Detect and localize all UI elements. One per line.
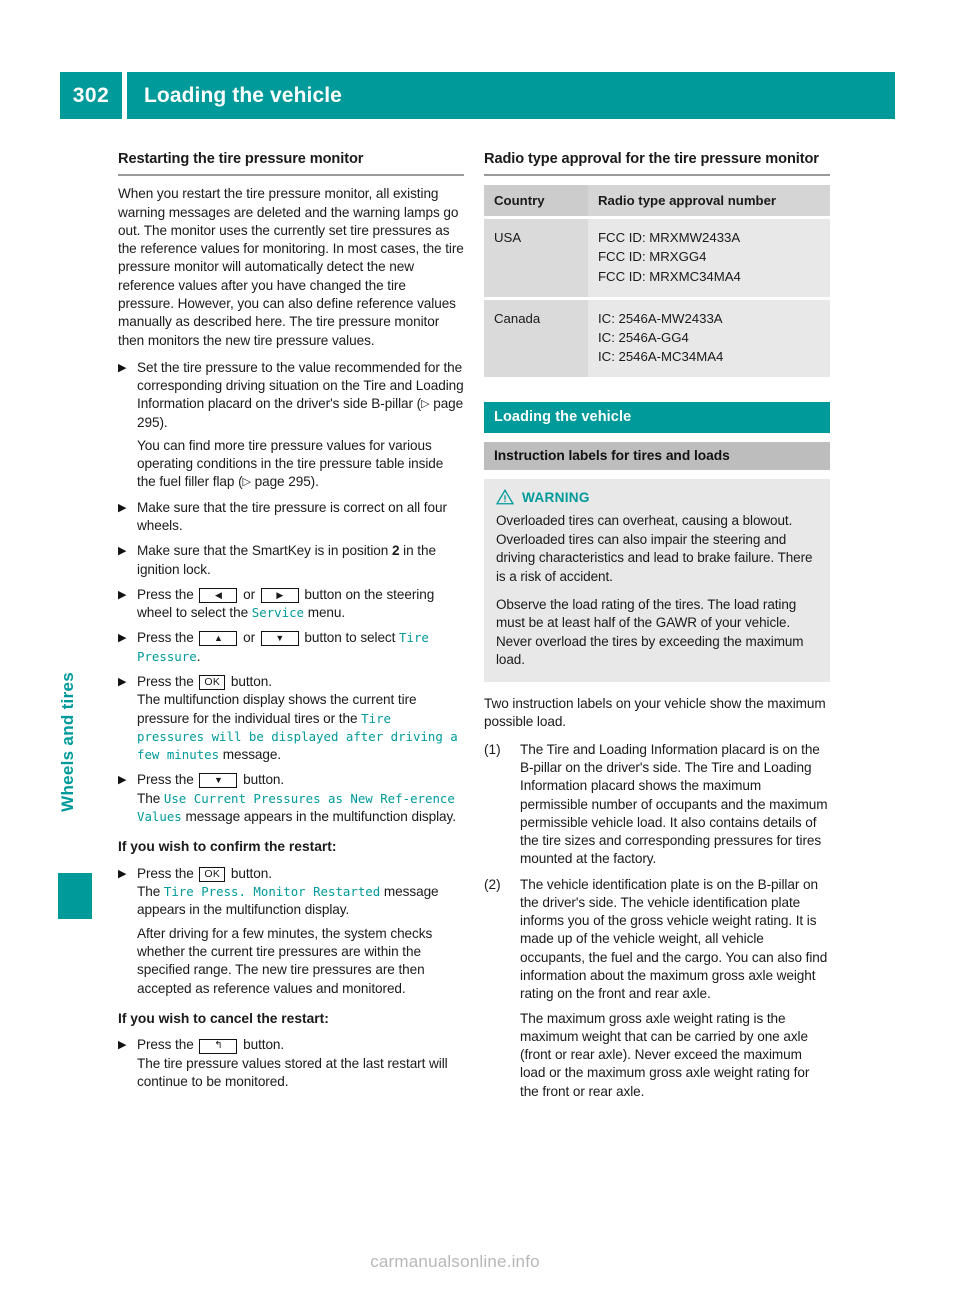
manual-page: 302 Loading the vehicle Wheels and tires… (0, 0, 960, 1302)
list-item-text: Press the ▼ button. The Use Current Press… (137, 772, 456, 824)
approval-number: FCC ID: MRXMW2433A (598, 230, 741, 246)
chapter-section-bar: Loading the vehicle (484, 402, 830, 434)
list-item-text: Make sure that the SmartKey is in positi… (137, 543, 436, 577)
section-rule (484, 174, 830, 177)
subsection-bar: Instruction labels for tires and loads (484, 442, 830, 471)
list-item: ▶ Press the ↰ button. The tire pressure v… (118, 1036, 464, 1091)
list-item: ▶ Press the OK button. The Tire Press. Mo… (118, 865, 464, 998)
list-item-text: Set the tire pressure to the value recom… (137, 359, 464, 430)
numbered-item: (1) The Tire and Loading Information pla… (484, 741, 830, 869)
warning-header: WARNING (496, 489, 818, 505)
list-item: ▶ Press the ▼ button. The Use Current Pre… (118, 771, 464, 826)
list-item: ▶ Press the OK button. The multifunction … (118, 673, 464, 764)
list-item-text: Press the OK button. The multifunction di… (137, 674, 458, 763)
chapter-tab-marker (58, 873, 92, 919)
ok-button-icon: OK (199, 866, 226, 882)
list-item-text: Press the OK button. The Tire Press. Moni… (137, 865, 439, 918)
down-arrow-icon: ▼ (260, 631, 299, 647)
page-ref-icon: ▷ (421, 398, 430, 411)
approval-number: IC: 2546A-GG4 (598, 329, 689, 345)
labels-intro-paragraph: Two instruction labels on your vehicle s… (484, 696, 826, 730)
watermark: carmanualsonline.info (370, 1252, 540, 1271)
table-cell-country: Canada (484, 298, 588, 378)
table-header-row: Country Radio type approval number (484, 185, 830, 220)
confirm-heading: If you wish to confirm the restart: (118, 839, 337, 855)
cancel-heading: If you wish to cancel the restart: (118, 1010, 329, 1026)
item-number: (2) (484, 876, 501, 892)
list-item: ▶ Set the tire pressure to the value rec… (118, 359, 464, 492)
table-header-country: Country (484, 185, 588, 220)
display-text: Tire Press. Monitor Restarted (163, 884, 381, 900)
left-column: Restarting the tire pressure monitor Whe… (118, 150, 464, 1098)
warning-paragraph-2: Observe the load rating of the tires. Th… (496, 596, 804, 668)
table-cell-country: USA (484, 217, 588, 300)
list-item-text: Make sure that the tire pressure is corr… (137, 499, 447, 534)
list-item-text: Press the ▲ or ▼ button to select Tire P… (137, 630, 429, 664)
warning-triangle-icon (496, 489, 514, 505)
right-column: Radio type approval for the tire pressur… (484, 150, 830, 1108)
page-number: 302 (60, 72, 122, 119)
numbered-item-text-2: The maximum gross axle weight rating is … (520, 1010, 810, 1099)
back-arrow-icon: ↰ (199, 1039, 238, 1055)
list-item-text-2: After driving for a few minutes, the sys… (137, 925, 433, 996)
bullet-marker: ▶ (118, 361, 127, 374)
bullet-marker: ▶ (118, 545, 127, 558)
chapter-tab: Wheels and tires (58, 672, 92, 812)
list-item-text-2: You can find more tire pressure values f… (137, 437, 444, 490)
list-item: ▶ Make sure that the SmartKey is in posi… (118, 542, 464, 579)
chapter-tab-label: Wheels and tires (58, 672, 77, 812)
intro-paragraph: When you restart the tire pressure monit… (118, 186, 464, 348)
approval-number: FCC ID: MRXMC34MA4 (598, 268, 741, 284)
right-arrow-icon: ▶ (260, 587, 299, 603)
list-item: ▶ Press the ◀ or ▶ button on the steerin… (118, 586, 464, 623)
table-row: Canada IC: 2546A-MW2433A IC: 2546A-GG4 I… (484, 298, 830, 378)
display-text: Service (251, 605, 304, 621)
numbered-item: (2) The vehicle identification plate is … (484, 876, 830, 1101)
bullet-marker: ▶ (118, 501, 127, 514)
up-arrow-icon: ▲ (199, 631, 238, 647)
bullet-marker: ▶ (118, 632, 127, 645)
warning-paragraph-1: Overloaded tires can overheat, causing a… (496, 513, 813, 584)
warning-box: WARNING Overloaded tires can overheat, c… (484, 479, 830, 683)
numbered-item-text: The vehicle identification plate is on t… (520, 876, 828, 1002)
table-cell-numbers: IC: 2546A-MW2433A IC: 2546A-GG4 IC: 2546… (588, 298, 830, 378)
table-row: USA FCC ID: MRXMW2433A FCC ID: MRXGG4 FC… (484, 217, 830, 300)
list-item-text: Press the ◀ or ▶ button on the steering … (137, 586, 435, 621)
bullet-marker: ▶ (118, 867, 127, 880)
section-rule (118, 174, 464, 177)
list-item-text: Press the ↰ button. The tire pressure val… (137, 1037, 448, 1090)
left-arrow-icon: ◀ (199, 587, 238, 603)
right-section-title: Radio type approval for the tire pressur… (484, 151, 819, 167)
page-header: 302 Loading the vehicle (60, 72, 895, 119)
left-section-title: Restarting the tire pressure monitor (118, 151, 364, 167)
bullet-marker: ▶ (118, 774, 127, 787)
page-title: Loading the vehicle (127, 72, 895, 119)
page-ref-icon: ▷ (242, 476, 251, 489)
approval-number: IC: 2546A-MW2433A (598, 310, 723, 326)
numbered-item-text: The Tire and Loading Information placard… (520, 741, 828, 867)
warning-title: WARNING (522, 489, 590, 505)
table-header-approval-number: Radio type approval number (588, 185, 830, 220)
radio-approval-table: Country Radio type approval number USA F… (484, 185, 830, 378)
approval-number: IC: 2546A-MC34MA4 (598, 348, 724, 364)
down-arrow-icon: ▼ (199, 773, 238, 789)
list-item: ▶ Press the ▲ or ▼ button to select Tire… (118, 629, 464, 666)
approval-number: FCC ID: MRXGG4 (598, 249, 707, 265)
item-number: (1) (484, 741, 501, 757)
list-item: ▶ Make sure that the tire pressure is co… (118, 499, 464, 536)
ok-button-icon: OK (199, 675, 226, 690)
bullet-marker: ▶ (118, 588, 127, 601)
bullet-marker: ▶ (118, 1039, 127, 1052)
bullet-marker: ▶ (118, 676, 127, 688)
table-cell-numbers: FCC ID: MRXMW2433A FCC ID: MRXGG4 FCC ID… (588, 217, 830, 300)
